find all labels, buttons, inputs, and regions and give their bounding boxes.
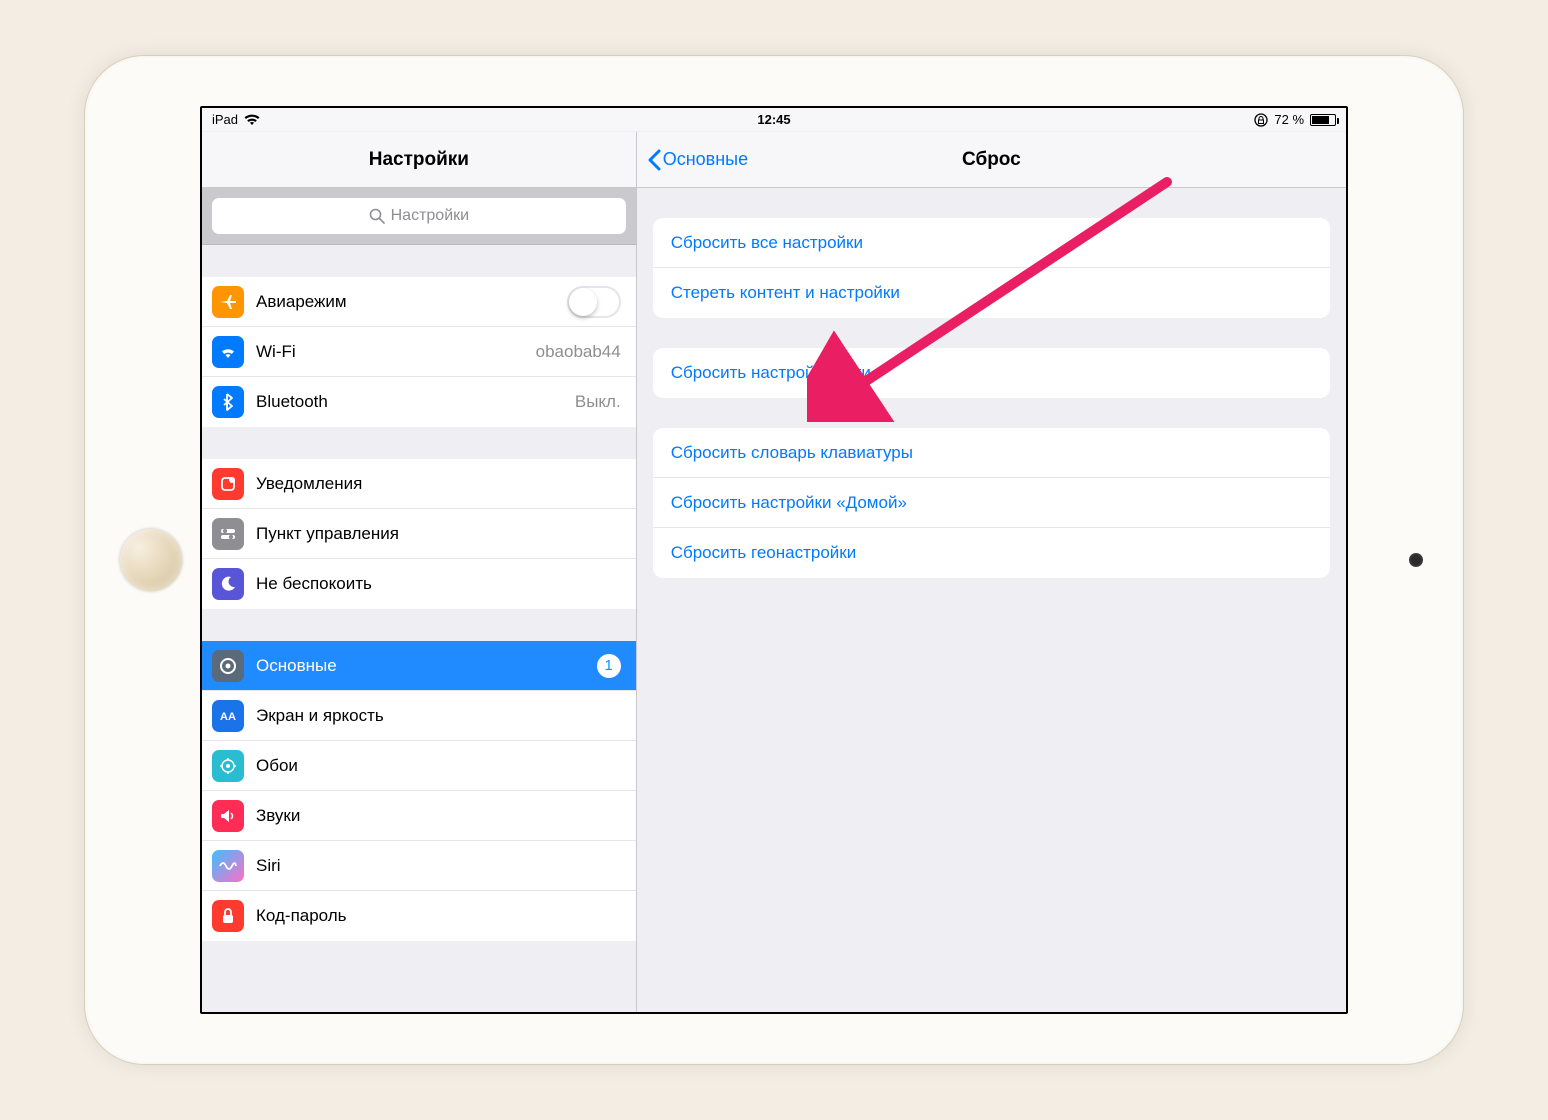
battery-percent: 72 %	[1274, 112, 1304, 127]
reset-group-1: Сбросить все настройки Стереть контент и…	[653, 218, 1330, 318]
sidebar-item-label: Не беспокоить	[256, 574, 621, 594]
sidebar-item-passcode[interactable]: Код-пароль	[202, 891, 636, 941]
reset-group-2: Сбросить настройки сети	[653, 348, 1330, 398]
sidebar-item-label: Обои	[256, 756, 621, 776]
detail-header: Основные Сброс	[637, 132, 1346, 188]
sidebar-item-label: Bluetooth	[256, 392, 563, 412]
airplane-icon	[212, 286, 244, 318]
lock-icon	[212, 900, 244, 932]
sidebar-group-1: Авиарежим Wi-Fi obaobab44	[202, 277, 636, 427]
chevron-left-icon	[647, 149, 661, 171]
wifi-icon	[244, 114, 260, 126]
search-container: Настройки	[202, 188, 636, 245]
bluetooth-icon	[212, 386, 244, 418]
sidebar-item-airplane[interactable]: Авиарежим	[202, 277, 636, 327]
back-button[interactable]: Основные	[637, 149, 748, 171]
settings-sidebar: Настройки Настройки Авиарежим	[202, 132, 637, 1012]
ipad-frame: iPad 12:45 72 % Настройки	[84, 55, 1464, 1065]
gear-icon	[212, 650, 244, 682]
sidebar-header: Настройки	[202, 132, 636, 188]
sidebar-item-bluetooth[interactable]: Bluetooth Выкл.	[202, 377, 636, 427]
sidebar-item-dnd[interactable]: Не беспокоить	[202, 559, 636, 609]
screen: iPad 12:45 72 % Настройки	[200, 106, 1348, 1014]
sidebar-item-label: Пункт управления	[256, 524, 621, 544]
reset-keyboard-dictionary[interactable]: Сбросить словарь клавиатуры	[653, 428, 1330, 478]
siri-icon	[212, 850, 244, 882]
control-center-icon	[212, 518, 244, 550]
search-icon	[369, 208, 385, 224]
sidebar-item-display[interactable]: AA Экран и яркость	[202, 691, 636, 741]
sidebar-item-notifications[interactable]: Уведомления	[202, 459, 636, 509]
front-camera	[1409, 553, 1423, 567]
sidebar-item-sounds[interactable]: Звуки	[202, 791, 636, 841]
orientation-lock-icon	[1254, 113, 1268, 127]
sidebar-item-general[interactable]: Основные 1	[202, 641, 636, 691]
sidebar-item-wallpaper[interactable]: Обои	[202, 741, 636, 791]
wifi-settings-icon	[212, 336, 244, 368]
sidebar-title: Настройки	[369, 149, 469, 171]
sidebar-item-label: Уведомления	[256, 474, 621, 494]
sidebar-item-label: Код-пароль	[256, 906, 621, 926]
status-bar: iPad 12:45 72 %	[202, 108, 1346, 132]
wallpaper-icon	[212, 750, 244, 782]
notifications-icon	[212, 468, 244, 500]
search-placeholder: Настройки	[391, 207, 469, 225]
status-time: 12:45	[757, 112, 790, 127]
airplane-toggle[interactable]	[567, 286, 621, 318]
reset-home-layout[interactable]: Сбросить настройки «Домой»	[653, 478, 1330, 528]
sidebar-item-label: Авиарежим	[256, 292, 555, 312]
reset-location-privacy[interactable]: Сбросить геонастройки	[653, 528, 1330, 578]
erase-all-content[interactable]: Стереть контент и настройки	[653, 268, 1330, 318]
bluetooth-value: Выкл.	[575, 392, 621, 412]
reset-network-settings[interactable]: Сбросить настройки сети	[653, 348, 1330, 398]
sidebar-item-label: Siri	[256, 856, 621, 876]
svg-text:AA: AA	[220, 711, 236, 723]
sidebar-item-label: Звуки	[256, 806, 621, 826]
device-label: iPad	[212, 112, 238, 127]
sidebar-group-2: Уведомления Пункт управления Не беспокои…	[202, 459, 636, 609]
sidebar-item-controlcenter[interactable]: Пункт управления	[202, 509, 636, 559]
sidebar-item-label: Wi-Fi	[256, 342, 524, 362]
sidebar-item-wifi[interactable]: Wi-Fi obaobab44	[202, 327, 636, 377]
dnd-icon	[212, 568, 244, 600]
sidebar-item-label: Экран и яркость	[256, 706, 621, 726]
home-button[interactable]	[120, 529, 182, 591]
reset-all-settings[interactable]: Сбросить все настройки	[653, 218, 1330, 268]
general-badge: 1	[597, 654, 621, 678]
battery-icon	[1310, 114, 1336, 126]
reset-group-3: Сбросить словарь клавиатуры Сбросить нас…	[653, 428, 1330, 578]
sidebar-item-siri[interactable]: Siri	[202, 841, 636, 891]
detail-content: Сбросить все настройки Стереть контент и…	[637, 188, 1346, 1012]
sidebar-group-3: Основные 1 AA Экран и яркость Обои	[202, 641, 636, 941]
search-input[interactable]: Настройки	[212, 198, 626, 234]
wifi-value: obaobab44	[536, 342, 621, 362]
display-icon: AA	[212, 700, 244, 732]
sounds-icon	[212, 800, 244, 832]
detail-pane: Основные Сброс Сбросить все настройки Ст…	[637, 132, 1346, 1012]
sidebar-item-label: Основные	[256, 656, 585, 676]
back-label: Основные	[663, 149, 748, 170]
